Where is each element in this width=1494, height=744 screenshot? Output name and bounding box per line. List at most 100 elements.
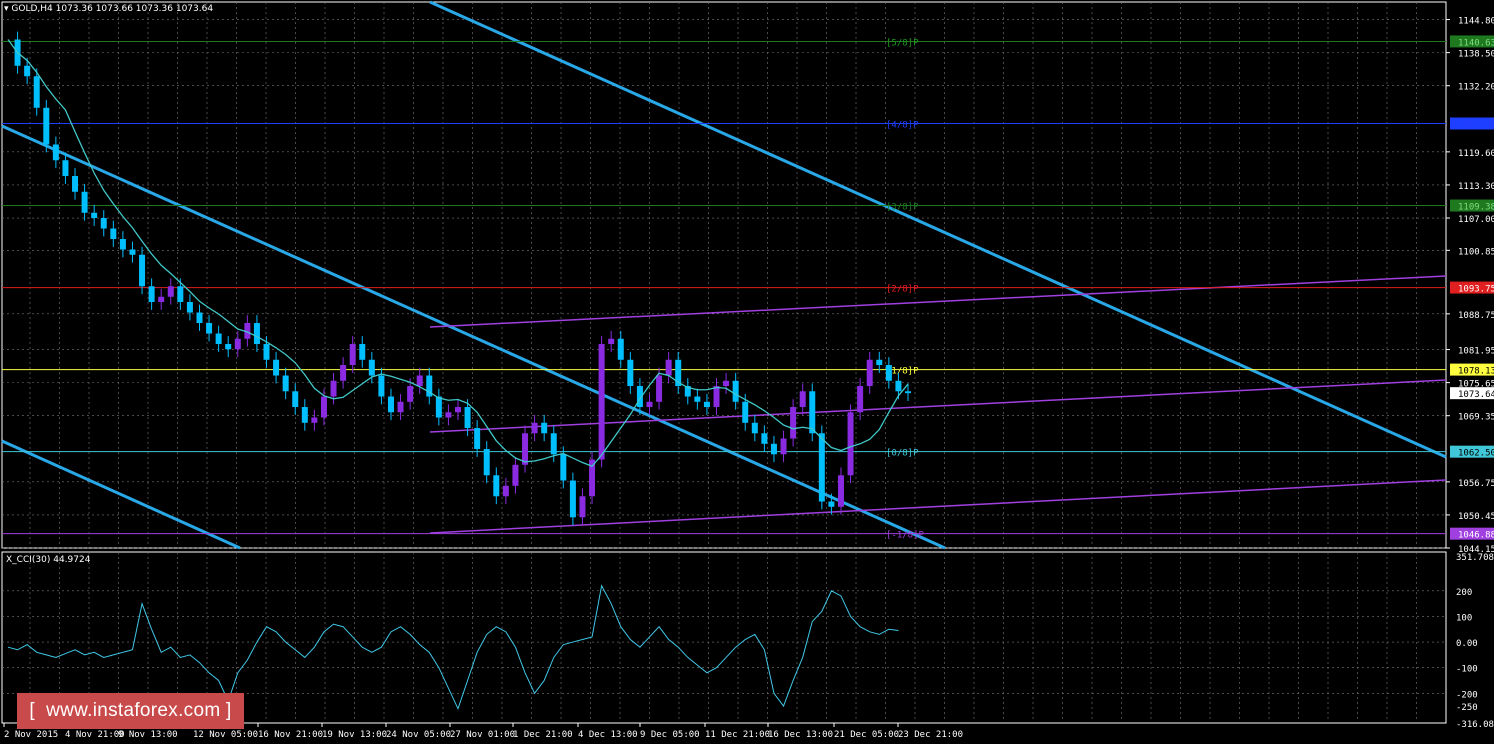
candle [790,407,797,439]
candle [416,375,423,387]
candle [359,344,366,360]
chart-canvas: [5/8]P[4/8]P[3/8]P[2/8]P[1/8]P[0/8]P[-1/… [1,0,1494,740]
murrey-label: [4/8]P [886,121,919,131]
candle [665,359,672,376]
time-axis-label: 12 Nov 05:00 [193,730,258,740]
murrey-label: [5/8]P [886,38,919,48]
candle [139,254,146,287]
candle [828,501,835,507]
candle [225,344,232,350]
candle [167,286,174,297]
candle [579,496,586,518]
time-axis-label: 16 Dec 13:00 [768,730,833,740]
candle [550,433,557,455]
candle [723,380,730,387]
candle [742,401,749,423]
candle [876,359,883,366]
price-tag-text: 1125.00 [1458,121,1494,131]
candle [119,239,126,250]
candle [474,428,481,450]
price-axis-label: 1144.80 [1458,17,1494,27]
price-tag-text: 1140.63 [1458,38,1494,48]
candle [24,65,31,77]
time-axis-label: 16 Nov 21:00 [258,730,323,740]
murrey-label: [0/8]P [886,449,919,459]
murrey-label: [2/8]P [886,285,919,295]
price-axis-label: 1132.20 [1458,83,1494,93]
time-axis-label: 11 Dec 21:00 [705,730,770,740]
candle [512,464,519,486]
candle [320,396,327,418]
candle [158,296,165,303]
candle [282,375,289,392]
price-tag-text: 1109.38 [1458,203,1494,213]
candle [560,454,567,481]
price-axis-label: 1113.30 [1458,182,1494,192]
price-tag-text: 1093.75 [1458,285,1494,295]
candle [445,412,452,418]
price-axis-label: 1119.60 [1458,149,1494,159]
candle [694,396,701,402]
candle [464,407,471,429]
candle [148,286,155,303]
candle [387,396,394,413]
candle [502,485,509,497]
candle [186,302,193,313]
candle [732,380,739,402]
candle [598,344,605,460]
candle [273,359,280,376]
candle [656,375,663,402]
channel-line-mid [429,379,1447,433]
cci-axis-label: -316.0842 [1456,720,1494,730]
time-axis-label: 9 Dec 05:00 [640,730,700,740]
time-axis-label: 1 Dec 21:00 [513,730,573,740]
candle [100,218,107,229]
current-price-text: 1073.64 [1458,390,1494,400]
price-axis-label: 1056.75 [1458,479,1494,489]
candle [62,160,69,177]
candle [263,344,270,360]
price-axis-label: 1107.00 [1458,215,1494,225]
cci-axis-label: 100 [1456,613,1472,623]
candle [866,359,873,387]
candle [885,365,892,381]
cci-axis-label: 200 [1456,588,1472,598]
candle [617,338,624,360]
candle [368,359,375,376]
candle [340,365,347,381]
trend-line-middle [1,124,946,550]
candle [531,422,538,434]
price-axis-label: 1138.50 [1458,50,1494,60]
time-axis-label: 2 Nov 2015 [4,730,58,740]
price-tag-text: 1062.50 [1458,449,1494,459]
candle [493,475,500,497]
candle [234,338,241,350]
price-tag-text: 1078.13 [1458,367,1494,377]
candle [818,433,825,502]
cci-axis-label: -100 [1456,665,1478,675]
candle [378,375,385,397]
candle [72,176,79,192]
candle [761,433,768,444]
candle [52,144,59,161]
cci-axis-label: -250 [1456,703,1478,713]
candle [330,380,337,397]
watermark-logo: [ www.instaforex.com ] [17,693,244,729]
time-axis-label: 21 Dec 05:00 [834,730,899,740]
time-axis-label: 24 Nov 05:00 [386,730,451,740]
candle [809,391,816,434]
candle [713,386,720,408]
time-axis-label: 23 Dec 21:00 [898,730,963,740]
candle [646,401,653,408]
candle [905,391,911,394]
candle [751,422,758,434]
candle [110,228,117,240]
candle [407,386,414,402]
candle [847,412,854,476]
candle [608,338,615,345]
cci-axis-label: 0.00 [1456,639,1478,649]
candle [196,312,203,324]
dropdown-arrow-icon[interactable]: ▾ [4,4,9,14]
candle [311,417,318,423]
price-axis-label: 1088.75 [1458,311,1494,321]
